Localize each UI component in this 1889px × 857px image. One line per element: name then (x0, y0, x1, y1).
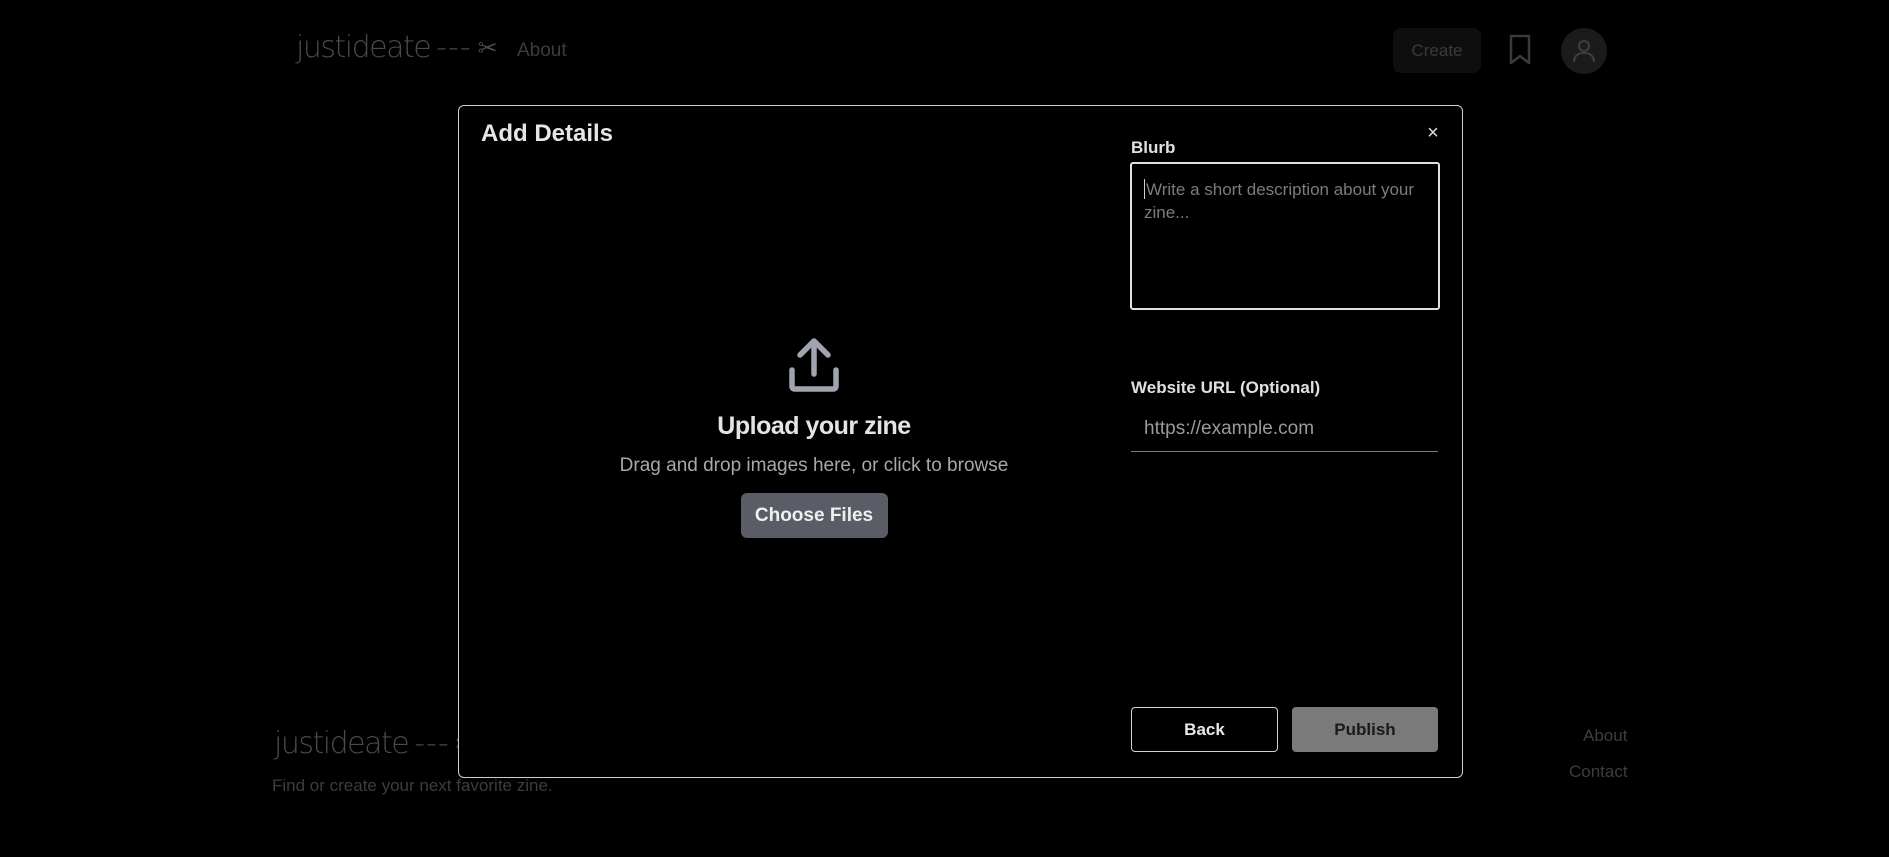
logo-text: justideate (296, 30, 432, 65)
modal-title: Add Details (481, 120, 614, 147)
choose-files-button[interactable]: Choose Files (740, 493, 888, 538)
blurb-placeholder: Write a short description about your zin… (1144, 180, 1415, 222)
nav-about-link[interactable]: About (517, 40, 567, 62)
website-url-input[interactable]: https://example.com (1131, 412, 1438, 452)
text-caret (1144, 179, 1145, 199)
scissors-icon: ✂ (477, 33, 498, 62)
create-button[interactable]: Create (1393, 28, 1481, 73)
publish-button[interactable]: Publish (1292, 707, 1438, 752)
footer-about-link[interactable]: About (1583, 726, 1627, 746)
logo-dashes: --- (436, 30, 472, 65)
bookmark-icon[interactable] (1508, 34, 1532, 66)
website-url-placeholder: https://example.com (1144, 418, 1315, 439)
user-icon (1573, 40, 1595, 63)
website-url-label: Website URL (Optional) (1131, 378, 1321, 397)
blurb-label: Blurb (1131, 138, 1176, 157)
footer-logo-text: justideate (274, 726, 410, 761)
footer-tagline: Find or create your next favorite zine. (272, 776, 553, 795)
upload-subtext: Drag and drop images here, or click to b… (619, 455, 1009, 476)
back-button[interactable]: Back (1131, 707, 1278, 752)
close-icon[interactable]: × (1422, 122, 1444, 144)
footer-logo-dashes: --- (414, 726, 450, 761)
footer-contact-link[interactable]: Contact (1569, 762, 1628, 782)
blurb-textarea[interactable]: Write a short description about your zin… (1130, 162, 1440, 310)
add-details-modal: Add Details × Upload your zine Drag and … (458, 105, 1463, 778)
avatar[interactable] (1561, 28, 1607, 74)
upload-dropzone[interactable]: Upload your zine Drag and drop images he… (599, 336, 1029, 538)
site-logo[interactable]: justideate --- ✂ (296, 30, 498, 65)
site-header: justideate --- ✂ About Create (0, 0, 1889, 100)
footer-logo[interactable]: justideate --- ✂ (274, 726, 476, 761)
upload-heading: Upload your zine (717, 412, 911, 440)
upload-icon (789, 338, 839, 392)
